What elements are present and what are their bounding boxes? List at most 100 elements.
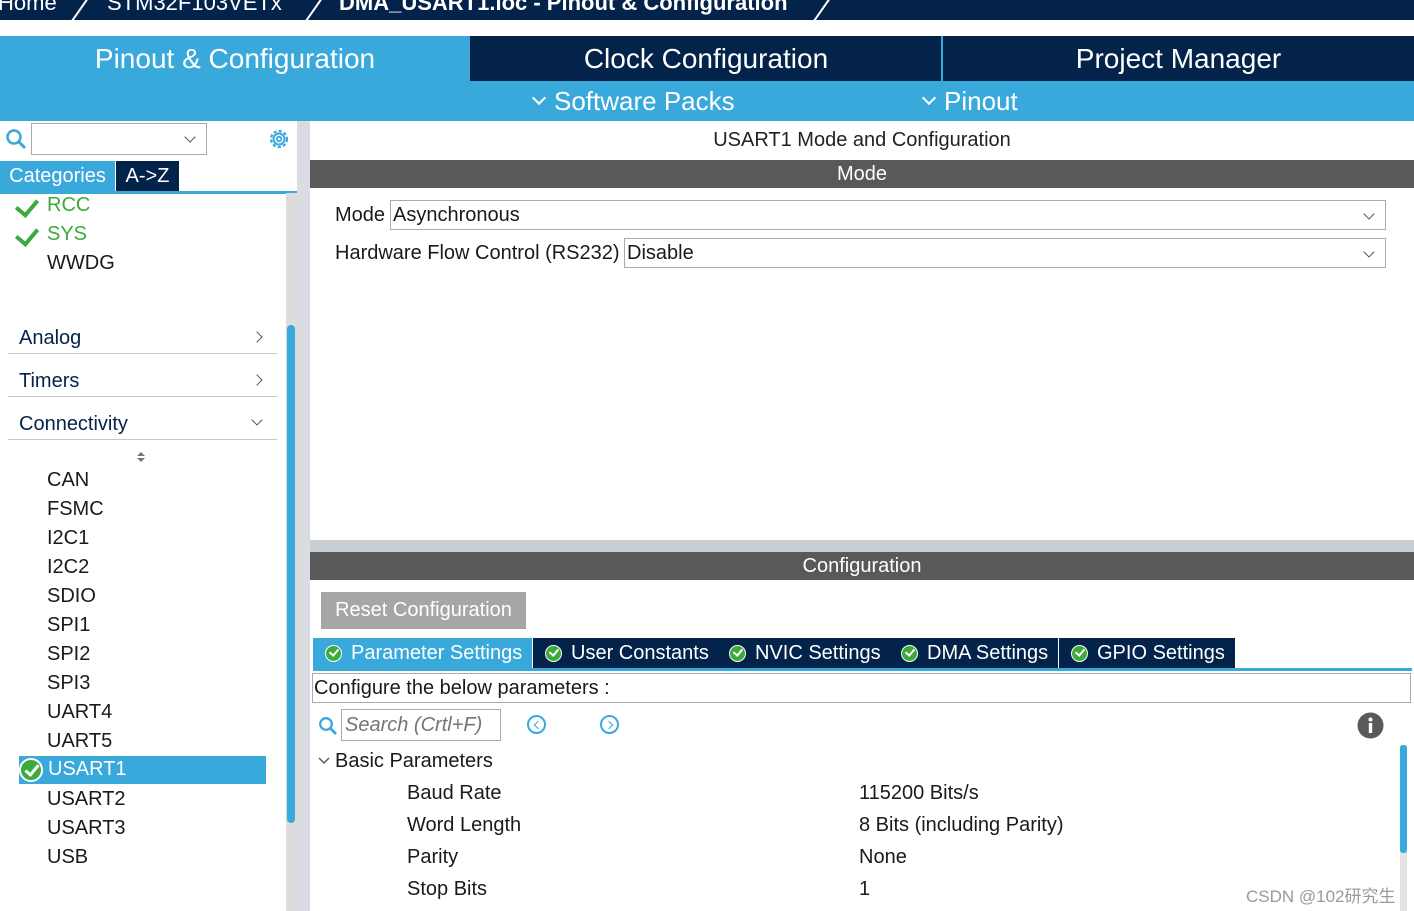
mode-section-header: Mode (310, 160, 1414, 188)
list-item-usart1-selected[interactable]: USART1 (19, 756, 266, 784)
param-name: Word Length (407, 814, 522, 836)
tab-clock-configuration[interactable]: Clock Configuration (472, 36, 940, 81)
list-item-uart4[interactable]: UART4 (47, 701, 112, 724)
check-circle-icon (729, 644, 746, 662)
info-icon[interactable] (1357, 712, 1384, 739)
tab-dma-settings[interactable]: DMA Settings (889, 638, 1059, 668)
check-circle-icon (545, 644, 562, 662)
panel-splitter[interactable] (297, 121, 310, 911)
breadcrumb-home[interactable]: Home (0, 0, 57, 16)
list-item-i2c1[interactable]: I2C1 (47, 527, 89, 550)
param-name: Stop Bits (407, 878, 488, 900)
mode-select-value: Asynchronous (393, 203, 520, 226)
parameter-scrollbar-thumb[interactable] (1400, 745, 1407, 853)
page-title: USART1 Mode and Configuration (713, 129, 1011, 151)
flow-control-select-value: Disable (627, 241, 694, 264)
tab-a-to-z[interactable]: A->Z (116, 161, 179, 191)
param-name: Parity (407, 846, 459, 868)
breadcrumb: Home STM32F103VETx DMA_USART1.ioc - Pino… (0, 0, 1414, 20)
chevron-down-icon (184, 131, 196, 143)
mode-select[interactable]: Asynchronous (390, 200, 1386, 230)
breadcrumb-separator (68, 0, 90, 20)
list-item-usart3[interactable]: USART3 (47, 817, 126, 840)
category-group-label: Connectivity (19, 413, 128, 435)
check-circle-icon (1071, 644, 1088, 662)
category-group-analog[interactable]: Analog (8, 325, 277, 354)
chevron-right-icon (251, 331, 263, 343)
breadcrumb-separator (810, 0, 832, 20)
tab-label: User Constants (571, 641, 709, 664)
previous-icon[interactable] (527, 715, 546, 734)
tab-label: GPIO Settings (1097, 641, 1225, 664)
list-item-i2c2[interactable]: I2C2 (47, 556, 89, 579)
param-name: Baud Rate (407, 782, 502, 804)
list-item-spi3[interactable]: SPI3 (47, 672, 90, 695)
category-group-connectivity[interactable]: Connectivity (8, 411, 277, 440)
tab-project-manager[interactable]: Project Manager (943, 36, 1414, 81)
parameter-group-label[interactable]: Basic Parameters (335, 750, 493, 773)
main-tab-bar: Pinout & Configuration Clock Configurati… (0, 36, 1414, 81)
tab-software-packs-label: Software Packs (554, 85, 735, 116)
sort-icon[interactable] (136, 451, 146, 463)
category-group-timers[interactable]: Timers (8, 368, 277, 397)
tab-label: Parameter Settings (351, 641, 523, 664)
reset-configuration-button[interactable]: Reset Configuration (321, 592, 526, 629)
list-item-uart5[interactable]: UART5 (47, 730, 112, 753)
list-item-rcc[interactable]: RCC (47, 194, 90, 217)
tab-pinout-label: Pinout (944, 85, 1018, 116)
search-icon[interactable] (318, 716, 338, 736)
tab-software-packs[interactable]: Software Packs (531, 81, 735, 121)
category-group-label: Timers (19, 370, 80, 392)
section-splitter[interactable] (310, 540, 1414, 552)
list-item-sdio[interactable]: SDIO (47, 585, 96, 608)
chevron-down-icon (1363, 208, 1375, 220)
sub-tab-bar: Software Packs Pinout (0, 81, 1414, 121)
category-group-label: Analog (19, 327, 82, 349)
configure-description: Configure the below parameters : (312, 673, 1411, 703)
list-item-spi1[interactable]: SPI1 (47, 614, 90, 637)
tab-user-constants[interactable]: User Constants (533, 638, 719, 668)
list-item-usart2[interactable]: USART2 (47, 788, 126, 811)
breadcrumb-project[interactable]: DMA_USART1.ioc - Pinout & Configuration (339, 0, 788, 16)
list-item-wwdg[interactable]: WWDG (47, 252, 115, 275)
list-item-usb[interactable]: USB (47, 846, 88, 869)
config-tab-underline (313, 668, 1412, 671)
category-panel (0, 121, 297, 911)
tab-pinout[interactable]: Pinout (921, 81, 1018, 121)
param-value[interactable]: 115200 Bits/s (859, 782, 979, 805)
param-value[interactable]: 1 (859, 878, 870, 901)
category-scrollbar-thumb[interactable] (287, 325, 295, 823)
check-circle-icon (325, 644, 342, 662)
breadcrumb-separator (302, 0, 324, 20)
param-value[interactable]: 8 Bits (including Parity) (859, 814, 1064, 837)
chevron-down-icon (1363, 246, 1375, 258)
param-value[interactable]: None (859, 846, 907, 869)
chevron-right-icon (251, 374, 263, 386)
flow-control-label: Hardware Flow Control (RS232) (335, 242, 620, 264)
list-item-usart1: USART1 (48, 758, 127, 780)
list-item-spi2[interactable]: SPI2 (47, 643, 90, 666)
next-icon[interactable] (600, 715, 619, 734)
chevron-down-icon (531, 90, 547, 106)
list-item-can[interactable]: CAN (47, 469, 89, 492)
configuration-section-header: Configuration (310, 552, 1414, 580)
tab-pinout-configuration[interactable]: Pinout & Configuration (0, 36, 470, 81)
chevron-down-icon (251, 414, 263, 426)
parameter-search-input[interactable] (341, 709, 501, 741)
tab-label: NVIC Settings (755, 641, 881, 664)
check-circle-icon (901, 644, 918, 662)
search-icon[interactable] (5, 128, 27, 150)
gear-icon[interactable] (266, 126, 292, 152)
tab-gpio-settings[interactable]: GPIO Settings (1059, 638, 1235, 668)
list-item-sys[interactable]: SYS (47, 223, 87, 246)
breadcrumb-mcu[interactable]: STM32F103VETx (107, 0, 282, 16)
category-search-combo[interactable] (31, 123, 207, 155)
list-item-fsmc[interactable]: FSMC (47, 498, 104, 521)
tab-categories[interactable]: Categories (0, 161, 115, 191)
tab-parameter-settings[interactable]: Parameter Settings (313, 638, 533, 668)
mode-label: Mode (335, 204, 386, 226)
chevron-down-icon[interactable] (318, 756, 330, 766)
flow-control-select[interactable]: Disable (624, 238, 1386, 268)
tab-nvic-settings[interactable]: NVIC Settings (717, 638, 891, 668)
watermark: CSDN @102研究生 (1246, 887, 1396, 906)
